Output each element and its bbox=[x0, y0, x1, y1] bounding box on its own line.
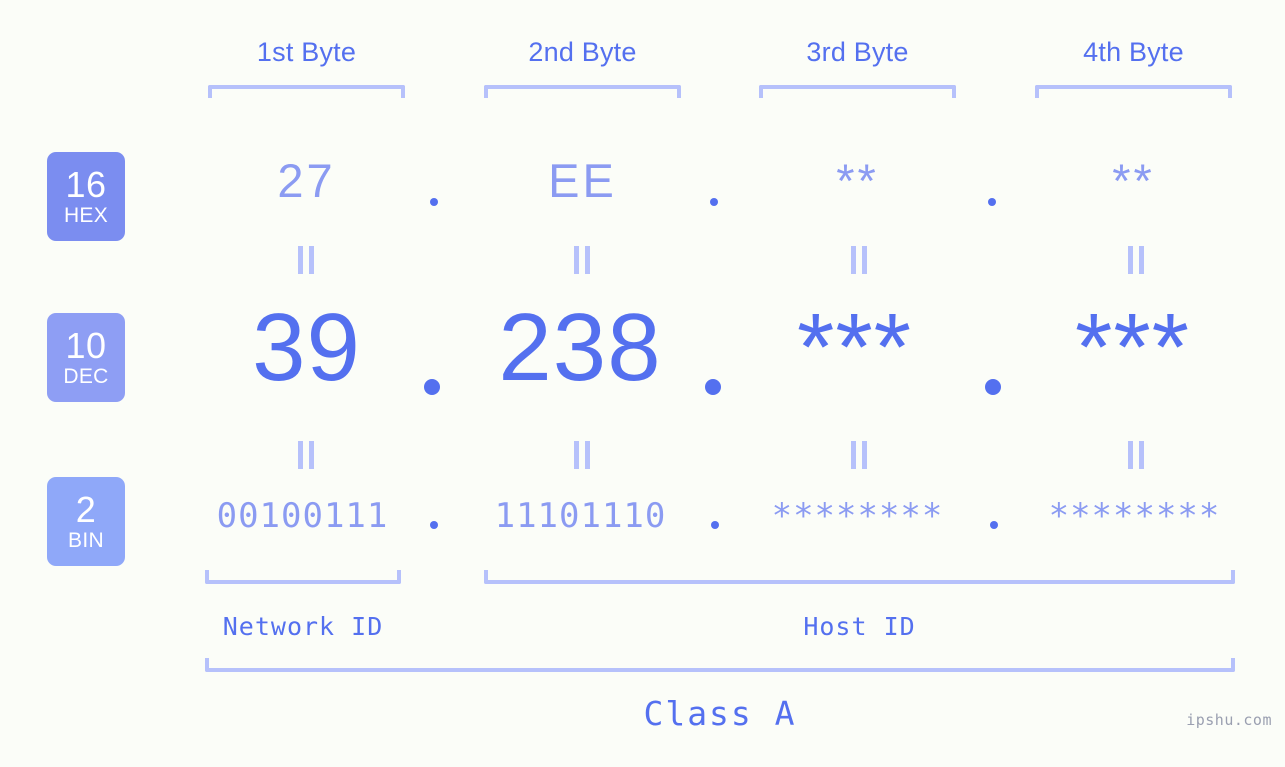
radix-badge-hex-number: 16 bbox=[65, 164, 107, 205]
radix-badge-bin-system: BIN bbox=[68, 529, 104, 552]
network-id-label: Network ID bbox=[222, 612, 384, 641]
class-label: Class A bbox=[643, 694, 797, 733]
equals-mark-dec-bin-2 bbox=[572, 441, 592, 469]
hex-separator-dot-1 bbox=[430, 198, 438, 206]
bin-separator-dot-3 bbox=[990, 521, 998, 529]
site-watermark: ipshu.com bbox=[1186, 711, 1272, 729]
class-bracket bbox=[205, 658, 1235, 672]
byte-bracket-top-4 bbox=[1035, 85, 1232, 98]
bin-byte-4-value: ******** bbox=[1048, 496, 1221, 536]
hex-byte-3-value: ** bbox=[836, 154, 879, 207]
ip-byte-breakdown-diagram: 1st Byte 2nd Byte 3rd Byte 4th Byte 16 H… bbox=[0, 0, 1285, 767]
host-id-label: Host ID bbox=[803, 612, 916, 641]
radix-badge-dec-number: 10 bbox=[65, 325, 107, 366]
bin-byte-1-value: 00100111 bbox=[216, 496, 389, 536]
bin-separator-dot-1 bbox=[430, 521, 438, 529]
bin-byte-3-value: ******** bbox=[771, 496, 944, 536]
radix-badge-bin: 2 BIN bbox=[47, 477, 125, 566]
equals-mark-dec-bin-1 bbox=[296, 441, 316, 469]
hex-separator-dot-2 bbox=[710, 198, 718, 206]
bin-byte-2-value: 11101110 bbox=[494, 496, 667, 536]
dec-separator-dot-1 bbox=[424, 379, 440, 395]
column-header-1st-byte: 1st Byte bbox=[256, 37, 357, 67]
equals-mark-hex-dec-3 bbox=[849, 246, 869, 274]
dec-separator-dot-3 bbox=[985, 379, 1001, 395]
dec-byte-4-value: *** bbox=[1074, 294, 1191, 401]
radix-badge-hex: 16 HEX bbox=[47, 152, 125, 241]
hex-byte-1-value: 27 bbox=[277, 154, 336, 207]
equals-mark-dec-bin-4 bbox=[1126, 441, 1146, 469]
dec-byte-3-value: *** bbox=[796, 294, 913, 401]
dec-byte-1-value: 39 bbox=[252, 294, 361, 401]
radix-badge-bin-number: 2 bbox=[75, 489, 97, 530]
dec-separator-dot-2 bbox=[705, 379, 721, 395]
dec-byte-2-value: 238 bbox=[498, 294, 662, 401]
column-header-3rd-byte: 3rd Byte bbox=[806, 37, 909, 67]
byte-bracket-top-3 bbox=[759, 85, 956, 98]
radix-badge-hex-system: HEX bbox=[63, 204, 109, 227]
radix-badge-dec: 10 DEC bbox=[47, 313, 125, 402]
column-header-4th-byte: 4th Byte bbox=[1083, 37, 1184, 67]
equals-mark-hex-dec-1 bbox=[296, 246, 316, 274]
byte-bracket-top-2 bbox=[484, 85, 681, 98]
column-header-2nd-byte: 2nd Byte bbox=[528, 37, 637, 67]
network-id-bracket bbox=[205, 570, 401, 584]
radix-badge-dec-system: DEC bbox=[63, 365, 109, 388]
bin-separator-dot-2 bbox=[711, 521, 719, 529]
equals-mark-dec-bin-3 bbox=[849, 441, 869, 469]
hex-separator-dot-3 bbox=[988, 198, 996, 206]
hex-byte-4-value: ** bbox=[1112, 154, 1155, 207]
host-id-bracket bbox=[484, 570, 1235, 584]
equals-mark-hex-dec-4 bbox=[1126, 246, 1146, 274]
hex-byte-2-value: EE bbox=[548, 154, 617, 207]
byte-bracket-top-1 bbox=[208, 85, 405, 98]
equals-mark-hex-dec-2 bbox=[572, 246, 592, 274]
